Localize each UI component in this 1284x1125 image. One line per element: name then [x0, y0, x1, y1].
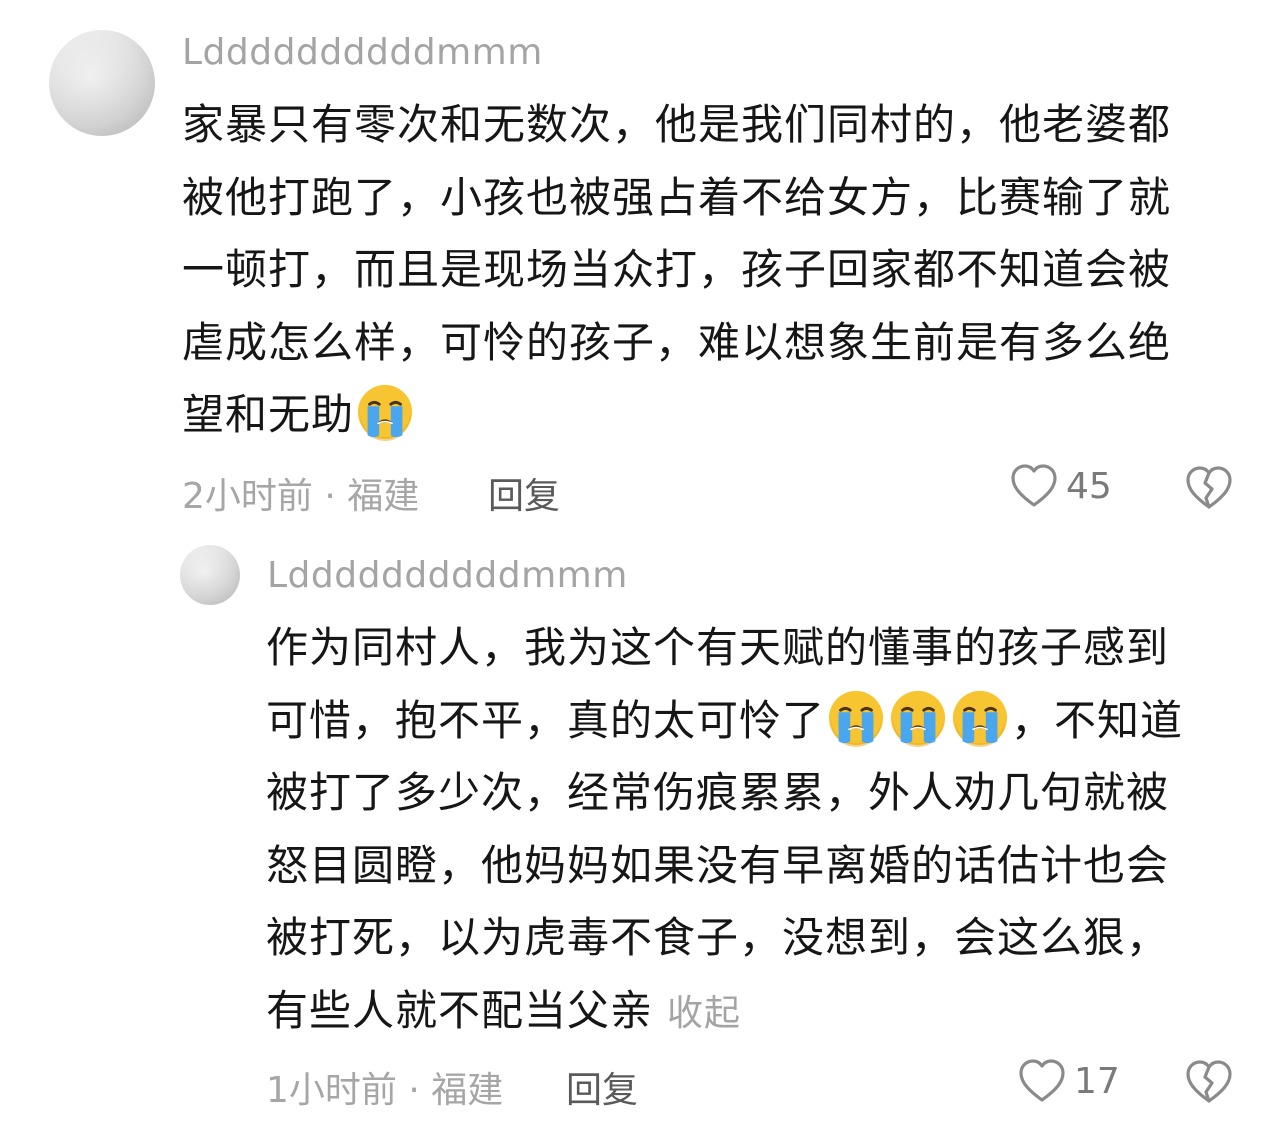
reply-line: 怒目圆瞪，他妈妈如果没有早离婚的话估计也会: [266, 840, 1170, 890]
comment-line: 一顿打，而且是现场当众打，孩子回家都不知道会被: [182, 245, 1172, 294]
like-button[interactable]: 17: [1018, 1058, 1120, 1104]
reply-button[interactable]: 回复: [488, 467, 560, 519]
comment-time: 2小时前: [182, 476, 313, 517]
meta-separator: ·: [312, 476, 348, 517]
avatar[interactable]: [180, 545, 240, 605]
reply-line: ，不知道: [1011, 695, 1184, 745]
comment-meta: 2小时前 · 福建: [182, 467, 419, 519]
reply-line: 被打了多少次，经常伤痕累累，外人劝几句就被: [266, 768, 1170, 817]
reply-line: 可惜，抱不平，真的太可怜了: [266, 695, 826, 745]
collapse-link[interactable]: 收起: [667, 993, 741, 1034]
comment-line: 望和无助: [182, 390, 355, 439]
reply-line: 有些人就不配当父亲: [266, 985, 654, 1035]
like-count: 17: [1074, 1060, 1120, 1102]
reply-text: 作为同村人，我为这个有天赋的懂事的孩子感到 可惜，抱不平，真的太可怜了 ，不知道 …: [266, 612, 1256, 1050]
heart-icon: [1011, 464, 1057, 507]
broken-heart-icon[interactable]: [1185, 1059, 1233, 1105]
reply-line: 作为同村人，我为这个有天赋的懂事的孩子感到: [266, 623, 1170, 672]
loudly-crying-face-icon: [827, 689, 885, 747]
reply-line: 被打死，以为虎毒不食子，没想到，会这么狠，: [266, 913, 1170, 962]
reply-username[interactable]: Lddddddddddmmm: [267, 555, 628, 596]
reply-button[interactable]: 回复: [566, 1061, 638, 1113]
comment-text: 家暴只有零次和无数次，他是我们同村的，他老婆都 被他打跑了，小孩也被强占着不给女…: [182, 89, 1242, 452]
loudly-crying-face-icon: [889, 689, 947, 747]
comment-line: 虐成怎么样，可怜的孩子，难以想象生前是有多么绝: [182, 317, 1172, 367]
heart-icon: [1019, 1059, 1065, 1102]
comment-line: 家暴只有零次和无数次，他是我们同村的，他老婆都: [182, 100, 1172, 149]
meta-separator: ·: [396, 1070, 432, 1111]
reply-time: 1小时前: [266, 1070, 397, 1111]
comment-line: 被他打跑了，小孩也被强占着不给女方，比赛输了就: [182, 172, 1172, 222]
reply-meta: 1小时前 · 福建: [266, 1061, 503, 1113]
like-button[interactable]: 45: [1010, 463, 1112, 509]
comment-username[interactable]: Lddddddddddmmm: [182, 32, 543, 73]
loudly-crying-face-icon: [951, 689, 1009, 747]
loudly-crying-face-icon: [356, 383, 414, 441]
reply-location: 福建: [431, 1070, 504, 1111]
comment-location: 福建: [347, 476, 420, 517]
like-count: 45: [1066, 465, 1112, 507]
avatar[interactable]: [49, 30, 155, 136]
broken-heart-icon[interactable]: [1185, 465, 1233, 511]
